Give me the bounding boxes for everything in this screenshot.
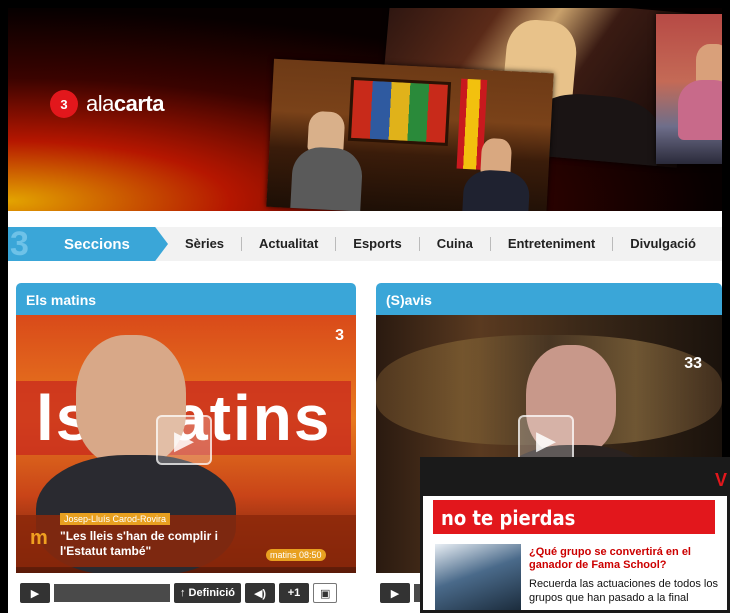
- header-banner: 3 alacarta: [8, 8, 722, 211]
- logo-prefix: ala: [86, 91, 114, 116]
- nav-item-entreteniment[interactable]: Entreteniment: [491, 237, 614, 251]
- play-overlay-icon[interactable]: ▶: [156, 415, 212, 465]
- promo-description: Recuerda las actuaciones de todos los gr…: [529, 578, 718, 604]
- interviewer-body: [289, 145, 364, 211]
- video-panel-els-matins: Els matins ls matins 3 ▶ Josep-Lluís Car…: [16, 283, 356, 613]
- logo-mark: 3: [60, 96, 68, 112]
- popup-bar-letter: V: [714, 470, 727, 490]
- lower-third-caption: Josep-Lluís Carod-Rovira m "Les lleis s'…: [16, 513, 356, 567]
- promo-thumbnail[interactable]: [435, 544, 521, 610]
- sections-label: Seccions: [64, 235, 130, 253]
- popup-top-bar: V: [423, 460, 727, 496]
- play-button[interactable]: ▶: [380, 583, 410, 603]
- caption-name: Josep-Lluís Carod-Rovira: [60, 513, 171, 525]
- caption-quote-line-1: "Les lleis s'han de complir i: [60, 529, 218, 543]
- sections-tab[interactable]: 3 Seccions: [8, 227, 168, 261]
- header-photo-interview: [266, 58, 554, 211]
- stained-glass-window: [347, 76, 452, 146]
- logo-suffix: carta: [113, 91, 165, 116]
- program-logo: matins 08:50: [266, 549, 326, 561]
- channel-number: 3: [335, 327, 344, 344]
- nav-item-actualitat[interactable]: Actualitat: [242, 237, 337, 251]
- caption-mark: m: [30, 527, 48, 549]
- panel-title[interactable]: Els matins: [16, 283, 356, 315]
- video-player[interactable]: ls matins 3 ▶ Josep-Lluís Carod-Rovira m…: [16, 315, 356, 573]
- progress-bar[interactable]: [54, 584, 170, 602]
- play-button[interactable]: ▶: [20, 583, 50, 603]
- caption-quote-line-2: l'Estatut també": [60, 544, 152, 558]
- plus-one-button[interactable]: +1: [279, 583, 310, 603]
- nav-item-divulgacio[interactable]: Divulgació: [613, 237, 713, 251]
- promo-title: no te pierdas: [433, 500, 715, 534]
- caption-quote: "Les lleis s'han de complir i l'Estatut …: [60, 529, 218, 559]
- interviewee-body: [461, 168, 531, 211]
- fullscreen-button[interactable]: ▣: [313, 583, 338, 603]
- tv3-nav-mark-icon: 3: [10, 225, 29, 263]
- sections-nav: 3 Seccions Sèries Actualitat Esports Cui…: [8, 227, 722, 261]
- logo-text: alacarta: [86, 91, 164, 117]
- nav-item-cuina[interactable]: Cuina: [420, 237, 491, 251]
- nav-item-esports[interactable]: Esports: [336, 237, 420, 251]
- guest-figure: [696, 44, 722, 84]
- promo-link[interactable]: ¿Qué grupo se convertirá en el ganador d…: [529, 546, 725, 572]
- panel-title[interactable]: (S)avis: [376, 283, 722, 315]
- channel-number: 33: [684, 355, 702, 372]
- header-photo-guest: [656, 14, 722, 164]
- definition-button[interactable]: ↑ Definició: [174, 583, 242, 603]
- player-controls: ▶ ↑ Definició ◀) +1 ▣: [16, 573, 356, 613]
- guest-body: [678, 80, 722, 140]
- nav-item-series[interactable]: Sèries: [168, 237, 243, 251]
- alacarta-logo[interactable]: 3 alacarta: [50, 90, 164, 118]
- tv3-logo-icon: 3: [50, 90, 78, 118]
- volume-button[interactable]: ◀): [245, 583, 276, 603]
- interviewer-head: [307, 110, 346, 153]
- no-te-pierdas-popup: V no te pierdas ¿Qué grupo se convertirá…: [420, 457, 730, 613]
